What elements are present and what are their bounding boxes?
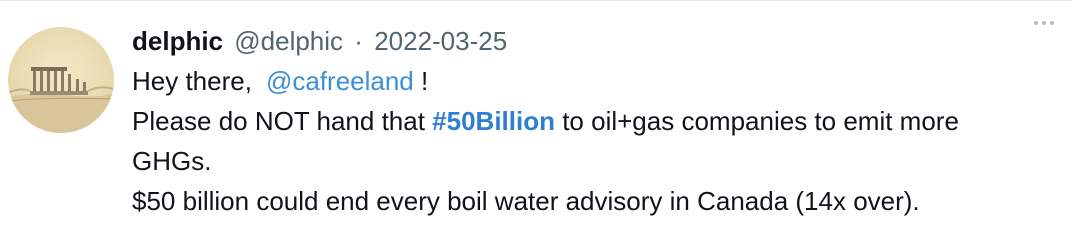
line2-suffix: to oil+gas companies to emit more [554,106,959,136]
avatar[interactable] [8,27,114,133]
greeting-text: Hey there, [132,66,252,96]
user-handle[interactable]: @delphic [234,26,343,56]
hashtag-link[interactable]: #50Billion [432,106,555,136]
separator-dot: · [354,26,363,56]
more-options-button[interactable] [1024,11,1064,35]
more-horizontal-icon [1042,21,1046,25]
tweet-date[interactable]: 2022-03-25 [374,26,507,56]
tweet-line-2: Please do NOT hand that #50Billion to oi… [132,101,1062,141]
more-horizontal-icon [1034,21,1038,25]
tweet-line-1: Hey there, @cafreeland ! [132,61,1062,101]
tweet-line-3: GHGs. [132,146,212,176]
tweet-content: delphic @delphic · 2022-03-25 Hey there,… [132,21,1072,221]
tweet-header: delphic @delphic · 2022-03-25 [132,21,1072,61]
display-name[interactable]: delphic [132,26,223,56]
line2-prefix: Please do NOT hand that [132,106,433,136]
tweet-line-4: $50 billion could end every boil water a… [132,186,920,216]
mention-link[interactable]: @cafreeland [266,66,414,96]
tweet-text: Hey there, @cafreeland ! Please do NOT ha… [132,61,1062,221]
greek-temple-ruins-avatar [8,67,114,133]
greeting-suffix: ! [413,66,429,96]
tweet-card[interactable]: delphic @delphic · 2022-03-25 Hey there,… [0,0,1072,240]
more-horizontal-icon [1050,21,1054,25]
